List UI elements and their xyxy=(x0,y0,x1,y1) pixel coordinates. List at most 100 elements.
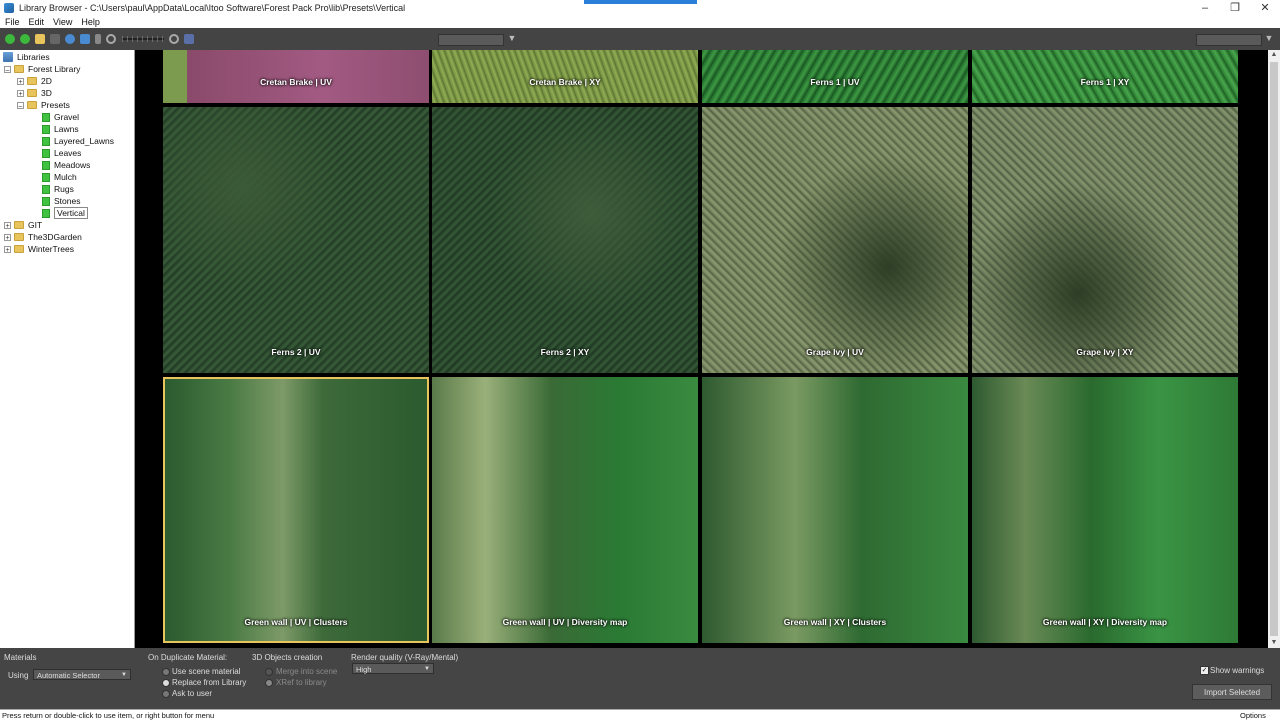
preset-tile[interactable]: Cretan Brake | UV xyxy=(163,50,429,103)
expand-icon[interactable]: + xyxy=(17,77,24,86)
expand-icon[interactable]: + xyxy=(4,245,11,254)
tree-item-meadows[interactable]: Meadows xyxy=(42,159,90,171)
tree-label: GIT xyxy=(28,220,43,230)
tree-item-layered-lawns[interactable]: Layered_Lawns xyxy=(42,135,114,147)
preset-tile[interactable]: Ferns 1 | XY xyxy=(972,50,1238,103)
back-icon[interactable] xyxy=(5,33,15,44)
preset-icon xyxy=(42,112,50,122)
size-icon[interactable] xyxy=(95,33,101,44)
tree-label: Leaves xyxy=(54,148,82,158)
use-scene-material-label: Use scene material xyxy=(172,667,241,676)
preset-tile[interactable]: Ferns 2 | XY xyxy=(432,107,698,373)
scroll-thumb[interactable] xyxy=(1270,62,1278,636)
preset-tile[interactable]: Green wall | UV | Diversity map xyxy=(432,377,698,643)
collapse-icon[interactable]: – xyxy=(17,101,24,110)
zoom-out-icon[interactable] xyxy=(106,33,116,44)
preset-tile[interactable]: Green wall | XY | Diversity map xyxy=(972,377,1238,643)
vertical-scrollbar[interactable]: ▲ ▼ xyxy=(1268,50,1280,648)
forward-icon[interactable] xyxy=(20,33,30,44)
preset-icon xyxy=(42,148,50,158)
refresh-icon[interactable] xyxy=(65,33,75,44)
zoom-in-icon[interactable] xyxy=(169,33,179,44)
preset-tile[interactable]: Grape Ivy | XY xyxy=(972,107,1238,373)
tree-item-2d[interactable]: + 2D xyxy=(17,75,52,87)
tree-item-vertical[interactable]: Vertical xyxy=(42,207,88,219)
radio-xref-to-library[interactable] xyxy=(265,679,273,687)
tree-item-the3dgarden[interactable]: + The3DGarden xyxy=(4,231,82,243)
radio-replace-from-library[interactable] xyxy=(162,679,170,687)
preset-tile[interactable]: Ferns 1 | UV xyxy=(702,50,968,103)
show-warnings-checkbox[interactable]: ✓ xyxy=(1200,666,1209,675)
radio-use-scene-material[interactable] xyxy=(162,668,170,676)
preset-tile[interactable]: Green wall | XY | Clusters xyxy=(702,377,968,643)
tree-label: The3DGarden xyxy=(28,232,82,242)
view-icon[interactable] xyxy=(50,33,60,44)
preset-icon xyxy=(42,172,50,182)
maximize-button[interactable]: ❐ xyxy=(1220,0,1250,15)
scroll-up-icon[interactable]: ▲ xyxy=(1268,50,1280,60)
menu-view[interactable]: View xyxy=(53,17,72,27)
folder-icon xyxy=(14,245,24,253)
sort-icon[interactable] xyxy=(80,33,90,44)
tile-label: Grape Ivy | UV xyxy=(806,347,864,357)
folder-icon xyxy=(27,89,37,97)
tree-item-rugs[interactable]: Rugs xyxy=(42,183,74,195)
menu-edit[interactable]: Edit xyxy=(29,17,45,27)
tree-label: Presets xyxy=(41,100,70,110)
tree-item-libraries[interactable]: Libraries xyxy=(3,51,50,63)
tree-item-wintertrees[interactable]: + WinterTrees xyxy=(4,243,74,255)
collapse-icon[interactable]: – xyxy=(4,65,11,74)
using-select[interactable]: Automatic Selector ▼ xyxy=(33,669,131,680)
preset-icon xyxy=(42,160,50,170)
import-selected-button[interactable]: Import Selected xyxy=(1192,684,1272,700)
render-quality-select[interactable]: High ▼ xyxy=(352,663,434,674)
preset-tile-selected[interactable]: Green wall | UV | Clusters xyxy=(163,377,429,643)
expand-icon[interactable]: + xyxy=(17,89,24,98)
tile-label: Green wall | XY | Diversity map xyxy=(1042,617,1168,627)
preset-tile[interactable]: Ferns 2 | UV xyxy=(163,107,429,373)
menu-help[interactable]: Help xyxy=(81,17,100,27)
folder-icon xyxy=(14,233,24,241)
open-folder-icon[interactable] xyxy=(35,33,45,44)
tree-item-mulch[interactable]: Mulch xyxy=(42,171,77,183)
tree-label: Stones xyxy=(54,196,81,206)
search-input-right[interactable] xyxy=(1196,34,1262,46)
expand-icon[interactable]: + xyxy=(4,221,11,230)
ask-to-user-label: Ask to user xyxy=(172,689,213,698)
render-quality-label: Render quality (V-Ray/Mental) xyxy=(351,653,459,662)
radio-ask-to-user[interactable] xyxy=(162,690,170,698)
tree-item-stones[interactable]: Stones xyxy=(42,195,80,207)
preset-icon xyxy=(42,196,50,206)
filter-icon[interactable]: ▼ xyxy=(507,33,517,43)
close-button[interactable]: ✕ xyxy=(1250,0,1280,15)
tree-item-forest-library[interactable]: – Forest Library xyxy=(4,63,80,75)
tile-label: Green wall | UV | Diversity map xyxy=(502,617,628,627)
minimize-button[interactable]: – xyxy=(1190,0,1220,15)
tree-item-git[interactable]: + GIT xyxy=(4,219,42,231)
search-input[interactable] xyxy=(438,34,504,46)
materials-label: Materials xyxy=(4,653,37,662)
tree-item-lawns[interactable]: Lawns xyxy=(42,123,79,135)
window-title: Library Browser - C:\Users\paul\AppData\… xyxy=(19,2,406,13)
filter-icon-right[interactable]: ▼ xyxy=(1264,33,1274,43)
scroll-down-icon[interactable]: ▼ xyxy=(1268,638,1280,648)
tree-item-leaves[interactable]: Leaves xyxy=(42,147,81,159)
tile-label: Green wall | XY | Clusters xyxy=(783,617,887,627)
zoom-slider[interactable] xyxy=(122,35,164,42)
tree-item-gravel[interactable]: Gravel xyxy=(42,111,79,123)
tree-item-presets[interactable]: – Presets xyxy=(17,99,70,111)
expand-icon[interactable]: + xyxy=(4,233,11,242)
preset-icon xyxy=(42,184,50,194)
options-panel: Materials Using Automatic Selector ▼ On … xyxy=(0,648,1280,709)
tree-label-selected: Vertical xyxy=(54,207,88,219)
merge-into-scene-label: Merge into scene xyxy=(276,667,338,676)
tree-label: Layered_Lawns xyxy=(54,136,115,146)
preset-tile[interactable]: Grape Ivy | UV xyxy=(702,107,968,373)
tile-label: Ferns 2 | UV xyxy=(271,347,321,357)
preset-tile[interactable]: Cretan Brake | XY xyxy=(432,50,698,103)
menu-file[interactable]: File xyxy=(5,17,20,27)
radio-merge-into-scene[interactable] xyxy=(265,668,273,676)
options-button[interactable]: Options xyxy=(1240,711,1266,720)
settings-icon[interactable] xyxy=(184,33,194,44)
tree-item-3d[interactable]: + 3D xyxy=(17,87,52,99)
